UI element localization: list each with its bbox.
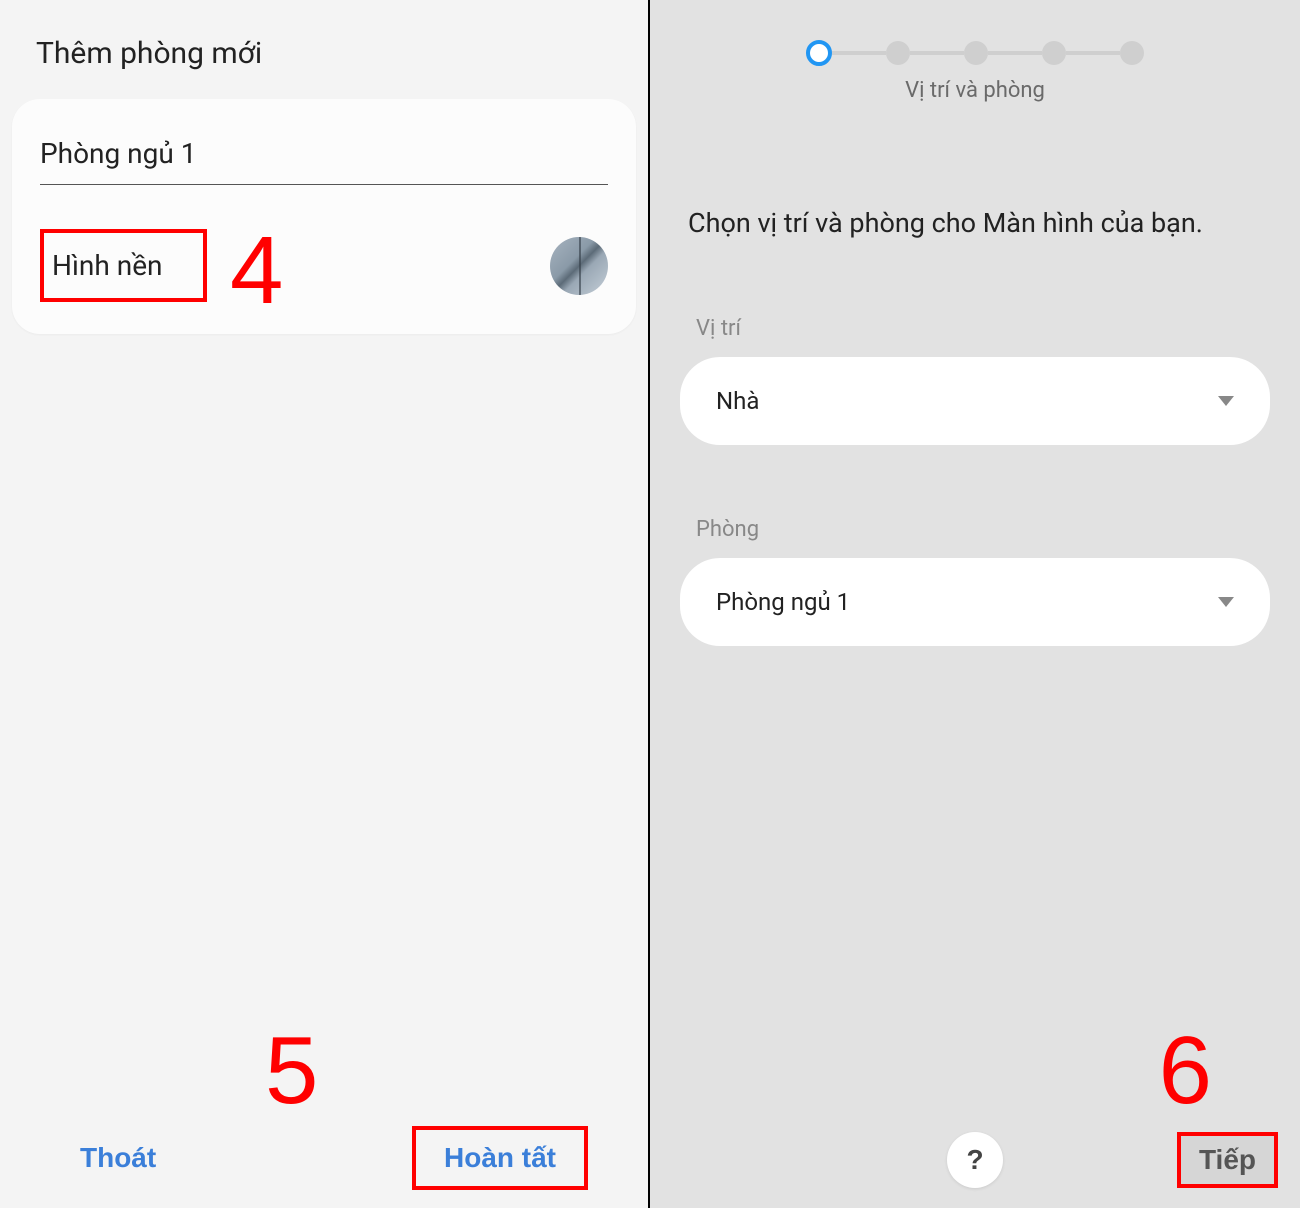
location-field-label: Vị trí [680,316,1270,341]
next-button[interactable]: Tiếp [1199,1144,1256,1176]
next-highlight-box: Tiếp [1177,1132,1278,1188]
step-indicator [650,0,1300,78]
wallpaper-highlight-box: Hình nền [40,229,207,302]
step-4-icon [1042,41,1066,65]
chevron-down-icon [1218,597,1234,607]
step-line-icon [910,51,964,55]
wallpaper-row[interactable]: Hình nền [40,229,608,302]
step-label: Vị trí và phòng [650,78,1300,143]
done-highlight-box: Hoàn tất [412,1126,588,1190]
bottom-button-bar: Thoát Hoàn tất [0,1126,648,1190]
annotation-number-5: 5 [265,1016,318,1126]
wallpaper-thumbnail-icon[interactable] [550,237,608,295]
help-button[interactable]: ? [947,1132,1003,1188]
step-line-icon [832,51,886,55]
room-dropdown[interactable]: Phòng ngủ 1 [680,558,1270,646]
page-title: Thêm phòng mới [0,0,648,99]
exit-button[interactable]: Thoát [60,1126,176,1190]
wallpaper-label: Hình nền [52,249,163,282]
step-1-icon [806,40,832,66]
step-line-icon [988,51,1042,55]
location-value: Nhà [716,387,759,415]
location-room-panel: Vị trí và phòng Chọn vị trí và phòng cho… [650,0,1300,1208]
room-field-label: Phòng [680,517,1270,542]
annotation-number-6: 6 [1159,1016,1212,1126]
done-button[interactable]: Hoàn tất [444,1142,556,1174]
location-dropdown[interactable]: Nhà [680,357,1270,445]
room-name-input[interactable] [40,127,608,185]
step-5-icon [1120,41,1144,65]
room-value: Phòng ngủ 1 [716,588,850,616]
fields-section: Vị trí Nhà Phòng Phòng ngủ 1 [650,316,1300,646]
step-2-icon [886,41,910,65]
annotation-number-4: 4 [230,216,283,326]
chevron-down-icon [1218,396,1234,406]
instruction-text: Chọn vị trí và phòng cho Màn hình của bạ… [650,143,1300,244]
step-3-icon [964,41,988,65]
add-room-panel: Thêm phòng mới Hình nền 4 5 Thoát Hoàn t… [0,0,650,1208]
room-card: Hình nền [12,99,636,334]
step-line-icon [1066,51,1120,55]
